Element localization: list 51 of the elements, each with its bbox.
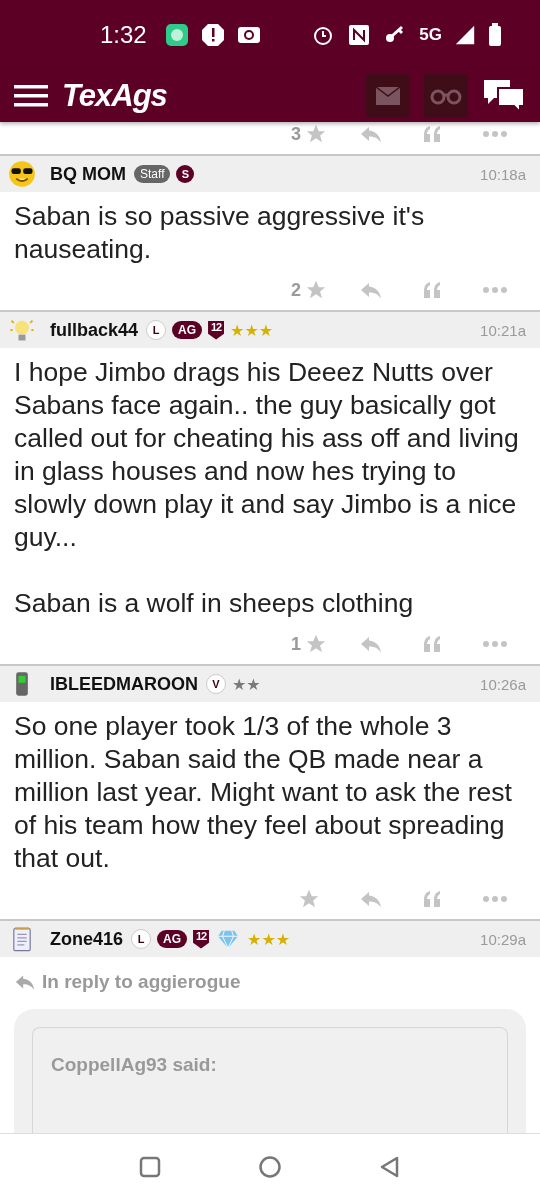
star-count: 2 xyxy=(291,279,301,301)
network-label: 5G xyxy=(419,25,442,45)
staff-badge: Staff xyxy=(134,165,171,183)
user-badge: S xyxy=(176,165,195,183)
user-badge: L xyxy=(146,320,167,340)
home-icon xyxy=(258,1155,282,1179)
recents-icon xyxy=(138,1155,162,1179)
star-icon xyxy=(298,888,320,910)
star-icon xyxy=(305,279,327,301)
rank-stars: ★★ xyxy=(232,674,261,694)
menu-icon xyxy=(14,82,48,110)
shield-badge: 12 xyxy=(208,320,225,340)
sunglasses-emoji-icon xyxy=(8,160,36,188)
username[interactable]: BQ MOM xyxy=(50,163,126,185)
star-icon xyxy=(305,633,327,655)
username[interactable]: Zone416 xyxy=(50,928,124,950)
star-count: 3 xyxy=(291,123,301,145)
post-time: 10:26a xyxy=(480,675,526,693)
alert-icon xyxy=(200,23,225,47)
nfc-icon xyxy=(347,23,372,47)
more-icon xyxy=(482,286,508,294)
user-badge: AG xyxy=(172,321,203,339)
site-logo[interactable]: TexAgs xyxy=(62,78,167,114)
username[interactable]: fullback44 xyxy=(50,319,139,341)
post-time: 10:21a xyxy=(480,321,526,339)
envelope-icon xyxy=(375,86,401,106)
post-text: So one player took 1/3 of the whole 3 million. Saban said the QB made near a million last year. Might want to ask the rest of his team how they feel about spreading that out. xyxy=(14,710,513,875)
chat-app-icon xyxy=(164,23,189,47)
post-text: Saban is so passive aggressive it's nauseating. xyxy=(14,200,426,266)
more-icon xyxy=(482,130,508,138)
more-icon xyxy=(482,895,508,903)
post-text: Saban is a wolf in sheeps clothing xyxy=(14,587,415,620)
battery-icon xyxy=(488,23,502,47)
shield-badge: 12 xyxy=(193,929,210,949)
username[interactable]: IBLEEDMAROON xyxy=(50,673,198,695)
binoculars-button[interactable] xyxy=(424,74,468,118)
user-badge: L xyxy=(131,929,152,949)
rank-stars: ★★★ xyxy=(230,320,274,340)
status-time: 1:32 xyxy=(100,21,147,49)
rank-stars: ★★★ xyxy=(247,929,291,949)
signal-icon xyxy=(454,24,476,46)
post-text: I hope Jimbo drags his Deeez Nutts over Sabans face again.. the guy basically got called out for cheating his ass off and living in glass houses and now hes trying to slowly down play it and say Jimbo is a nice guy... xyxy=(14,356,520,554)
user-badge: V xyxy=(206,674,226,694)
post-time: 10:18a xyxy=(480,165,526,183)
post-time: 10:29a xyxy=(480,930,526,948)
star-count: 1 xyxy=(291,633,301,655)
star-icon xyxy=(305,123,327,145)
more-icon xyxy=(482,640,508,648)
user-badge: AG xyxy=(157,930,188,948)
messages-button[interactable] xyxy=(366,74,410,118)
quote-author: CoppellAg93 said: xyxy=(51,1054,217,1075)
